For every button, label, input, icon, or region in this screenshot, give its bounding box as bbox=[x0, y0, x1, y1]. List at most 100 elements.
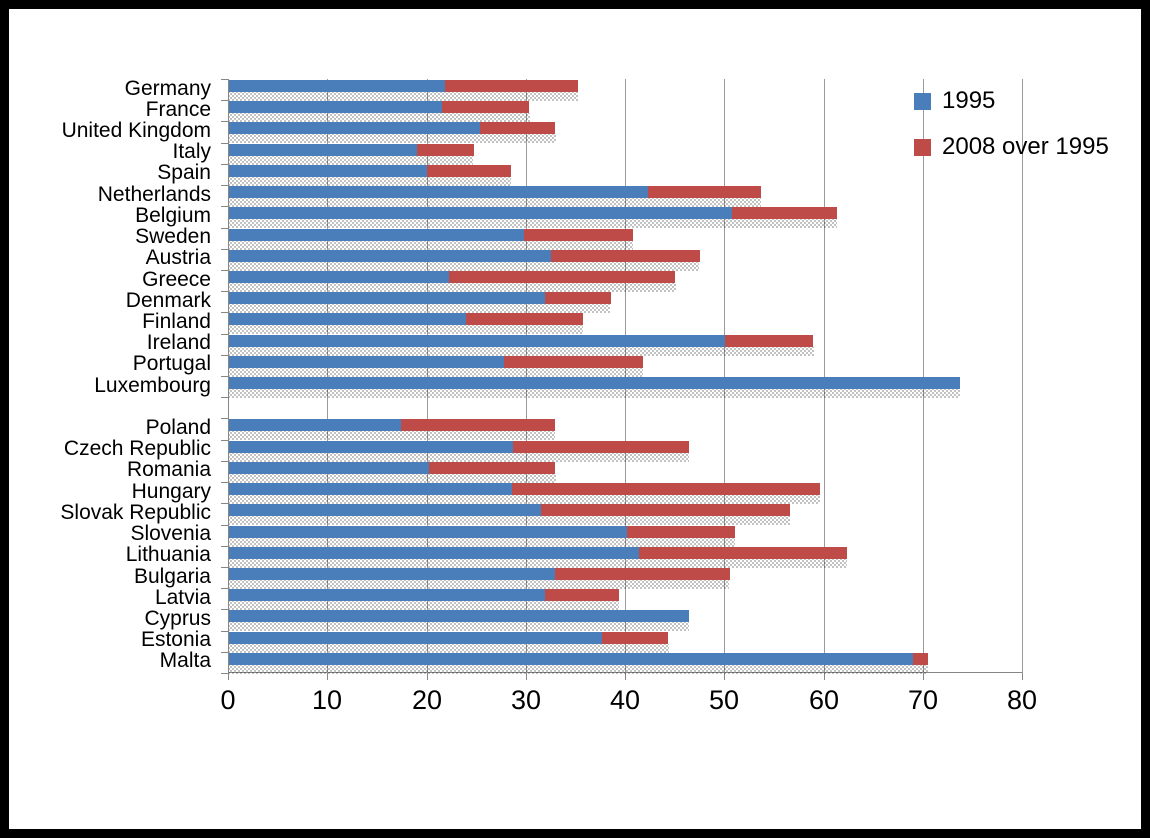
bar-segment-2008-over-1995[interactable] bbox=[512, 483, 820, 495]
bar-row bbox=[228, 547, 1022, 568]
bar-segment-1995[interactable] bbox=[229, 122, 480, 134]
bar-row bbox=[228, 207, 1022, 228]
bar-segment-1995[interactable] bbox=[229, 186, 648, 198]
bar-segment-1995[interactable] bbox=[229, 356, 504, 368]
bar-segment-2008-over-1995[interactable] bbox=[449, 271, 675, 283]
bar-segment-2008-over-1995[interactable] bbox=[555, 568, 730, 580]
bar-segment-2008-over-1995[interactable] bbox=[639, 547, 847, 559]
bar-row bbox=[228, 271, 1022, 292]
y-tick-mark bbox=[221, 228, 228, 229]
bar-segment-1995[interactable] bbox=[229, 419, 401, 431]
bar-row bbox=[228, 101, 1022, 122]
bar-segment-1995[interactable] bbox=[229, 292, 545, 304]
bar-segment-1995[interactable] bbox=[229, 229, 524, 241]
bar-row bbox=[228, 610, 1022, 631]
bar-segment-2008-over-1995[interactable] bbox=[602, 632, 668, 644]
category-label: Luxembourg bbox=[94, 374, 211, 397]
bar-segment-1995[interactable] bbox=[229, 165, 427, 177]
bar-row bbox=[228, 589, 1022, 610]
bar-segment-1995[interactable] bbox=[229, 653, 913, 665]
x-tick-label: 80 bbox=[1006, 685, 1038, 715]
bar-segment-2008-over-1995[interactable] bbox=[541, 504, 790, 516]
bar-segment-2008-over-1995[interactable] bbox=[545, 292, 611, 304]
bar-pattern-strip bbox=[229, 325, 583, 334]
bar-segment-1995[interactable] bbox=[229, 610, 689, 622]
bar-segment-2008-over-1995[interactable] bbox=[504, 356, 643, 368]
bar-pattern-strip bbox=[229, 219, 837, 228]
bar-segment-1995[interactable] bbox=[229, 101, 442, 113]
bar-segment-2008-over-1995[interactable] bbox=[545, 589, 619, 601]
legend-item-1995[interactable]: 1995 bbox=[914, 87, 1114, 115]
bar-pattern-strip bbox=[229, 156, 473, 165]
bar-pattern-strip bbox=[229, 474, 556, 483]
plot-area: 0 10 20 30 40 50 60 70 80 bbox=[220, 79, 1037, 715]
bar-chart: Germany France United Kingdom Italy Spain Net… bbox=[9, 9, 1141, 829]
bar-segment-2008-over-1995[interactable] bbox=[732, 207, 837, 219]
bar-row bbox=[228, 504, 1022, 525]
bar-segment-2008-over-1995[interactable] bbox=[401, 419, 555, 431]
bar-segment-1995[interactable] bbox=[229, 377, 960, 389]
bar-segment-1995[interactable] bbox=[229, 271, 449, 283]
chart-legend: 1995 2008 over 1995 bbox=[914, 87, 1114, 179]
bar-segment-2008-over-1995[interactable] bbox=[429, 462, 555, 474]
bar-pattern-strip bbox=[229, 134, 556, 143]
bar-segment-2008-over-1995[interactable] bbox=[417, 144, 474, 156]
bar-pattern-strip bbox=[229, 389, 960, 398]
bar-segment-1995[interactable] bbox=[229, 462, 429, 474]
bar-segment-1995[interactable] bbox=[229, 483, 512, 495]
y-tick-mark bbox=[221, 461, 228, 462]
bar-row bbox=[228, 186, 1022, 207]
bar-segment-1995[interactable] bbox=[229, 144, 417, 156]
bar-segment-2008-over-1995[interactable] bbox=[513, 441, 689, 453]
bar-row bbox=[228, 377, 1022, 398]
bar-segment-1995[interactable] bbox=[229, 504, 541, 516]
bar-segment-1995[interactable] bbox=[229, 589, 545, 601]
bar-row bbox=[228, 250, 1022, 271]
bar-segment-1995[interactable] bbox=[229, 547, 639, 559]
bar-segment-1995[interactable] bbox=[229, 335, 725, 347]
bar-pattern-strip bbox=[229, 241, 633, 250]
y-tick-mark bbox=[221, 143, 228, 144]
bar-row bbox=[228, 441, 1022, 462]
bar-pattern-strip bbox=[229, 198, 761, 207]
y-tick-mark bbox=[221, 270, 228, 271]
bar-segment-2008-over-1995[interactable] bbox=[913, 653, 928, 665]
category-label: Lithuania bbox=[125, 543, 211, 566]
bar-segment-2008-over-1995[interactable] bbox=[551, 250, 700, 262]
bar-segment-1995[interactable] bbox=[229, 313, 466, 325]
bar-segment-2008-over-1995[interactable] bbox=[627, 526, 735, 538]
bar-pattern-strip bbox=[229, 347, 814, 356]
bar-pattern-strip bbox=[229, 368, 643, 377]
y-tick-mark bbox=[221, 100, 228, 101]
bar-segment-2008-over-1995[interactable] bbox=[725, 335, 813, 347]
bar-segment-1995[interactable] bbox=[229, 207, 732, 219]
bar-pattern-strip bbox=[229, 113, 530, 122]
x-tick-label: 60 bbox=[808, 685, 840, 715]
legend-label-1995: 1995 bbox=[942, 87, 996, 114]
x-tick-label: 20 bbox=[411, 685, 443, 715]
bar-segment-2008-over-1995[interactable] bbox=[445, 80, 578, 92]
bar-segment-1995[interactable] bbox=[229, 526, 627, 538]
x-tick-label: 0 bbox=[220, 685, 236, 715]
bar-segment-2008-over-1995[interactable] bbox=[466, 313, 583, 325]
category-label: Portugal bbox=[132, 352, 211, 375]
bar-segment-1995[interactable] bbox=[229, 441, 513, 453]
bar-segment-2008-over-1995[interactable] bbox=[480, 122, 555, 134]
bar-pattern-strip bbox=[229, 580, 729, 589]
bar-pattern-strip bbox=[229, 644, 669, 653]
bar-row bbox=[228, 165, 1022, 186]
bar-pattern-strip bbox=[229, 622, 689, 631]
bar-row bbox=[228, 632, 1022, 653]
bar-segment-2008-over-1995[interactable] bbox=[648, 186, 761, 198]
bar-segment-1995[interactable] bbox=[229, 250, 551, 262]
bar-segment-2008-over-1995[interactable] bbox=[442, 101, 529, 113]
y-tick-mark bbox=[221, 652, 228, 653]
legend-item-2008-over-1995[interactable]: 2008 over 1995 bbox=[914, 133, 1114, 161]
bar-segment-1995[interactable] bbox=[229, 80, 445, 92]
bar-segment-2008-over-1995[interactable] bbox=[427, 165, 511, 177]
bar-segment-1995[interactable] bbox=[229, 568, 555, 580]
bar-segment-1995[interactable] bbox=[229, 632, 602, 644]
bar-segment-2008-over-1995[interactable] bbox=[524, 229, 633, 241]
bar-row bbox=[228, 80, 1022, 101]
bar-row bbox=[228, 568, 1022, 589]
